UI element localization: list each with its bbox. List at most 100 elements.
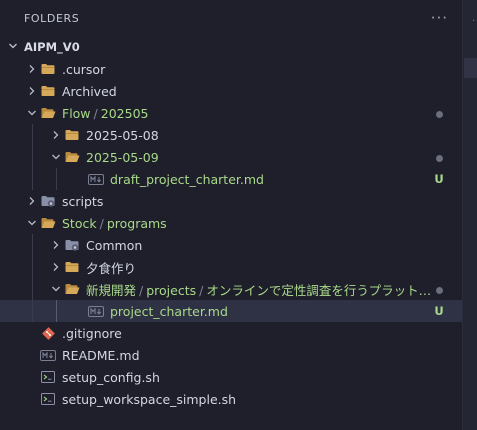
tree-row-folder-common[interactable]: Common xyxy=(0,234,462,256)
tree-row-label: setup_config.sh xyxy=(62,370,434,385)
markdown-icon xyxy=(88,304,104,318)
folder-open-icon xyxy=(64,150,80,164)
indent-guide xyxy=(56,300,57,322)
tree-row-folder-new-development[interactable]: 新規開発 / projects / オンラインで定性調査を行うプラットフ... xyxy=(0,278,462,300)
tree-row-label: 夕食作り xyxy=(86,258,434,277)
tree-row-name: 2025-05-08 xyxy=(86,127,159,143)
folder-open-icon xyxy=(64,282,80,296)
git-icon xyxy=(40,326,56,340)
edge-marker-icon: · xyxy=(472,16,476,27)
tree-row-name: draft_project_charter.md xyxy=(110,171,264,187)
git-status-badge: U xyxy=(434,172,444,186)
tree-row-label: 2025-05-09 xyxy=(86,150,434,165)
tree-row-name: .gitignore xyxy=(62,325,122,341)
tree-row-name: .cursor xyxy=(62,61,106,77)
path-separator: / xyxy=(139,282,144,298)
tree-row-file-draft-project-charter[interactable]: draft_project_charter.md U xyxy=(0,168,462,190)
tree-row-folder-stock[interactable]: Stock / programs xyxy=(0,212,462,234)
folder-icon xyxy=(64,260,80,274)
folder-icon xyxy=(40,62,56,76)
tree-row-path-segment: programs xyxy=(106,215,167,231)
chevron-right-icon[interactable] xyxy=(24,64,40,74)
tree-row-folder-2025-05-09[interactable]: 2025-05-09 xyxy=(0,146,462,168)
explorer-panel: FOLDERS ··· AIPM_V0 .cursor Archived Flow /… xyxy=(0,0,462,430)
tree-row-label: scripts xyxy=(62,194,434,209)
path-separator: / xyxy=(93,105,98,121)
indent-guide xyxy=(32,146,33,168)
tree-row-file-project-charter[interactable]: project_charter.md U xyxy=(0,300,462,322)
tree-row-label: .gitignore xyxy=(62,326,434,341)
folder-open-icon xyxy=(40,106,56,120)
tree-row-label: 2025-05-08 xyxy=(86,128,434,143)
markdown-icon xyxy=(40,348,56,362)
tree-row-name: Stock xyxy=(62,215,97,231)
workspace-root-label: AIPM_V0 xyxy=(24,40,80,54)
path-separator: / xyxy=(199,282,204,298)
tree-row-label: 新規開発 / projects / オンラインで定性調査を行うプラットフ... xyxy=(86,280,434,299)
tree-row-name: setup_config.sh xyxy=(62,369,160,385)
tree-row-name: Archived xyxy=(62,83,117,99)
chevron-down-icon xyxy=(8,41,24,54)
indent-guide xyxy=(32,234,33,256)
tree-row-path-segment: projects xyxy=(146,282,197,298)
tree-row-folder-scripts[interactable]: scripts xyxy=(0,190,462,212)
tree-row-name: setup_workspace_simple.sh xyxy=(62,391,237,407)
tree-row-name: project_charter.md xyxy=(110,303,228,319)
file-tree: .cursor Archived Flow/202505 2025-05-08 2025… xyxy=(0,58,462,410)
tree-row-folder-flow[interactable]: Flow/202505 xyxy=(0,102,462,124)
indent-guide xyxy=(32,300,33,322)
explorer-header: FOLDERS ··· xyxy=(0,0,462,36)
tree-row-file-readme[interactable]: README.md xyxy=(0,344,462,366)
chevron-right-icon[interactable] xyxy=(48,262,64,272)
folder-icon xyxy=(40,84,56,98)
tree-row-name: Common xyxy=(86,237,143,253)
tree-row-name: 新規開発 xyxy=(86,282,137,298)
modified-dot-icon xyxy=(434,150,444,165)
folder-open-icon xyxy=(40,216,56,230)
more-actions-icon[interactable]: ··· xyxy=(431,9,448,27)
tree-row-path-segment: オンラインで定性調査を行うプラットフ... xyxy=(206,282,434,298)
tree-row-path-segment: 202505 xyxy=(100,105,149,121)
tree-row-file-setup-config[interactable]: setup_config.sh xyxy=(0,366,462,388)
tree-row-file-setup-workspace-simple[interactable]: setup_workspace_simple.sh xyxy=(0,388,462,410)
terminal-icon xyxy=(40,392,56,406)
chevron-right-icon[interactable] xyxy=(48,130,64,140)
tree-row-label: setup_workspace_simple.sh xyxy=(62,392,434,407)
tree-row-folder-dinner[interactable]: 夕食作り xyxy=(0,256,462,278)
tree-row-label: README.md xyxy=(62,348,434,363)
chevron-down-icon[interactable] xyxy=(48,152,64,162)
gear-folder-icon xyxy=(40,194,56,208)
modified-dot-icon xyxy=(434,106,444,121)
chevron-down-icon[interactable] xyxy=(48,284,64,294)
chevron-right-icon[interactable] xyxy=(24,196,40,206)
workspace-root[interactable]: AIPM_V0 xyxy=(0,36,462,58)
tree-row-name: 2025-05-09 xyxy=(86,149,159,165)
chevron-right-icon[interactable] xyxy=(24,86,40,96)
modified-dot-icon xyxy=(434,282,444,297)
markdown-icon xyxy=(88,172,104,186)
indent-guide xyxy=(32,278,33,300)
tree-row-file-gitignore[interactable]: .gitignore xyxy=(0,322,462,344)
terminal-icon xyxy=(40,370,56,384)
tree-row-label: Archived xyxy=(62,84,434,99)
tree-row-folder-2025-05-08[interactable]: 2025-05-08 xyxy=(0,124,462,146)
chevron-right-icon[interactable] xyxy=(48,240,64,250)
chevron-down-icon[interactable] xyxy=(24,108,40,118)
tree-row-name: scripts xyxy=(62,193,104,209)
path-separator: / xyxy=(99,215,104,231)
scrollbar-thumb[interactable] xyxy=(464,58,477,78)
explorer-title: FOLDERS xyxy=(24,11,80,25)
tree-row-name: README.md xyxy=(62,347,140,363)
indent-guide xyxy=(32,124,33,146)
tree-row-folder-archived[interactable]: Archived xyxy=(0,80,462,102)
tree-row-label: draft_project_charter.md xyxy=(110,172,434,187)
tree-row-folder-cursor[interactable]: .cursor xyxy=(0,58,462,80)
chevron-down-icon[interactable] xyxy=(24,218,40,228)
gear-folder-icon xyxy=(64,238,80,252)
tree-row-label: project_charter.md xyxy=(110,304,434,319)
tree-row-label: .cursor xyxy=(62,62,434,77)
editor-edge: · xyxy=(462,0,477,430)
tree-row-label: Stock / programs xyxy=(62,216,434,231)
folder-icon xyxy=(64,128,80,142)
indent-guide xyxy=(32,256,33,278)
